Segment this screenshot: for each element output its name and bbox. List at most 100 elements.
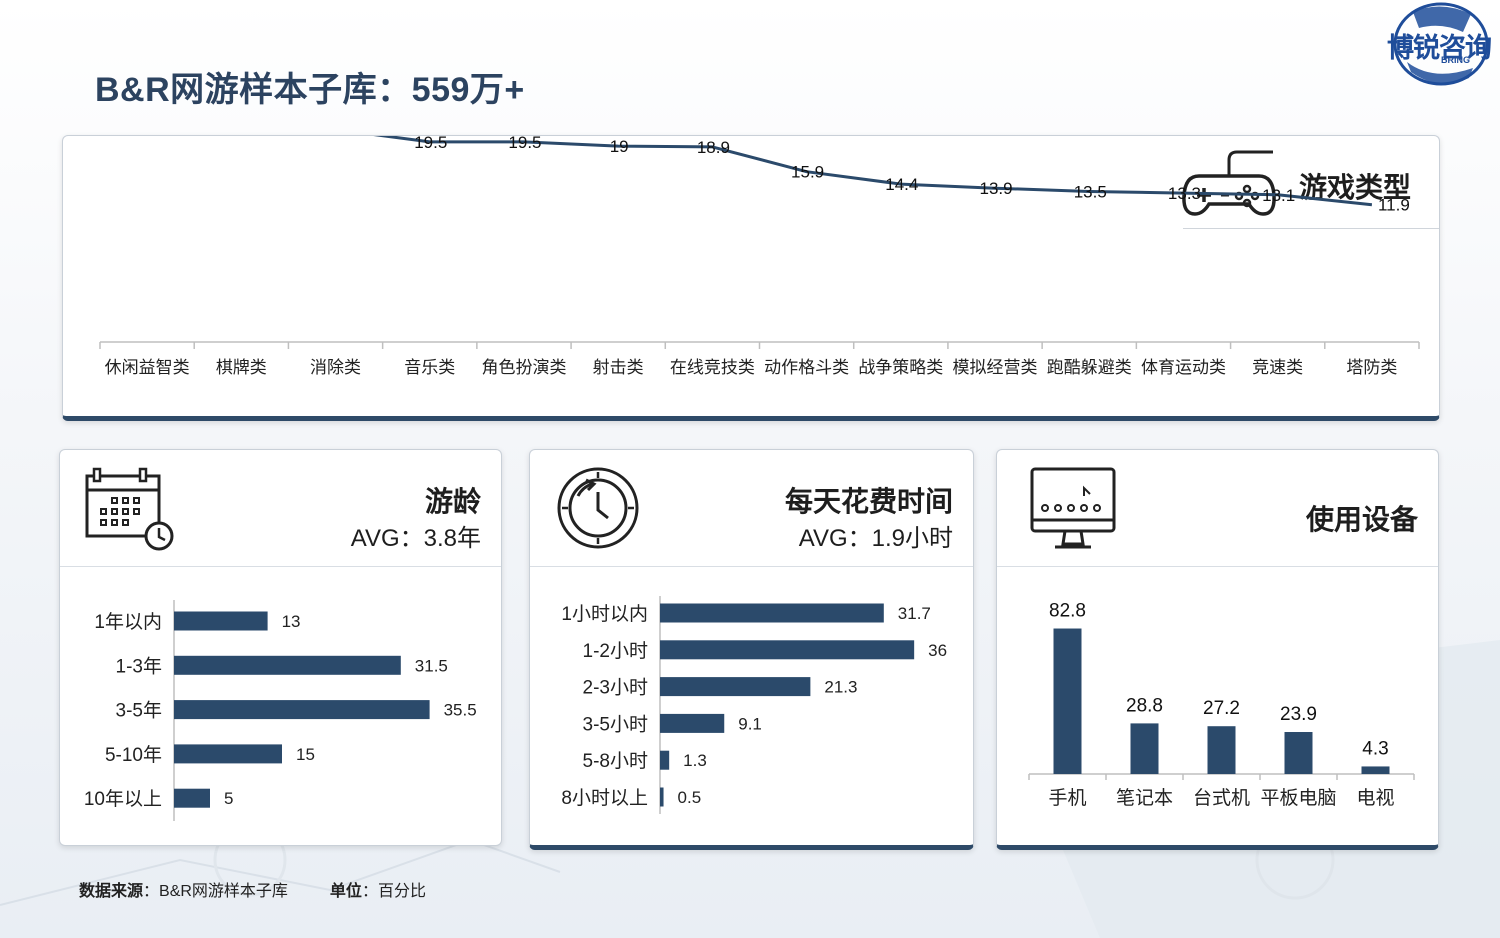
daily-time-average: AVG：1.9小时 — [798, 525, 953, 552]
bar — [174, 788, 210, 808]
monitor-icon — [1030, 467, 1116, 549]
x-tick-label: 电视 — [1356, 787, 1394, 809]
data-label: 0.5 — [678, 788, 702, 807]
data-label: 35.5 — [444, 701, 477, 720]
data-label: 9.1 — [738, 714, 762, 733]
y-tick-label: 3-5小时 — [583, 713, 648, 735]
data-label: 82.8 — [1049, 601, 1086, 622]
play-age-title: 游龄 — [424, 486, 481, 517]
play-age-panel: 游龄 AVG：3.8年 1年以内 13 1-3年 31.5 3-5年 35.5 5-10年 1… — [59, 449, 502, 846]
daily-time-title: 每天花费时间 — [784, 486, 953, 517]
x-tick-label: 平板电脑 — [1260, 787, 1336, 809]
data-label: 19 — [610, 137, 629, 156]
x-tick-label: 在线竞技类 — [670, 358, 755, 377]
bar — [660, 750, 670, 770]
game-type-line-chart: 26.5休闲益智类21.6棋牌类21消除类19.5音乐类19.5角色扮演类19射… — [99, 136, 1420, 377]
source-value: ：B&R网游样本子库 — [143, 883, 288, 900]
x-tick-label: 角色扮演类 — [481, 358, 566, 377]
unit-value: ：百分比 — [361, 883, 426, 900]
panel-header: 每天花费时间 AVG：1.9小时 — [530, 450, 973, 567]
device-panel: 使用设备 82.8 手机 28.8 笔记本 27.2 台式机 23.9 平板电脑 4.3 电视 — [996, 449, 1439, 850]
data-label: 13.9 — [979, 179, 1012, 198]
bar — [1053, 628, 1082, 774]
y-tick-label: 5-8小时 — [583, 750, 648, 772]
bar — [1130, 723, 1159, 774]
data-label: 14.4 — [885, 175, 918, 194]
x-tick-label: 模拟经营类 — [953, 358, 1038, 377]
panel-header: 使用设备 — [997, 450, 1438, 567]
bar — [174, 700, 430, 720]
unit-label: 单位 — [329, 883, 362, 900]
data-label: 13.5 — [1074, 182, 1107, 201]
data-label: 31.7 — [898, 604, 931, 623]
data-label: 21.3 — [824, 678, 857, 697]
x-tick-label: 动作格斗类 — [764, 358, 849, 377]
y-tick-label: 1-2小时 — [583, 640, 648, 662]
bar — [660, 603, 884, 623]
x-tick-label: 音乐类 — [404, 358, 455, 377]
x-tick-label: 台式机 — [1193, 787, 1250, 809]
device-title: 使用设备 — [1305, 504, 1418, 535]
bar — [1361, 766, 1390, 774]
x-tick-label: 射击类 — [593, 358, 644, 377]
x-tick-label: 跑酷躲避类 — [1047, 358, 1132, 377]
data-label: 4.3 — [1362, 738, 1388, 759]
daily-time-bar-chart: 1小时以内 31.7 1-2小时 36 2-3小时 21.3 3-5小时 9.1 5-8小时 1.… — [561, 596, 947, 814]
x-tick-label: 塔防类 — [1346, 358, 1397, 377]
y-tick-label: 2-3小时 — [583, 677, 648, 699]
bar — [174, 611, 268, 631]
source-label: 数据来源 — [79, 883, 144, 900]
bar — [660, 713, 725, 733]
bar — [1207, 726, 1236, 774]
data-label: 19.5 — [414, 136, 447, 152]
data-label: 15 — [296, 745, 315, 764]
footer-note: 数据来源：B&R网游样本子库 单位：百分比 — [79, 877, 426, 901]
data-label: 36 — [928, 641, 947, 660]
play-age-bar-chart: 1年以内 13 1-3年 31.5 3-5年 35.5 5-10年 15 10年以上 5 — [84, 600, 477, 821]
bar — [174, 744, 282, 764]
daily-time-panel: 每天花费时间 AVG：1.9小时 1小时以内 31.7 1-2小时 36 2-3小时 21… — [529, 449, 974, 850]
data-label: 27.2 — [1203, 698, 1240, 719]
page-title: B&R网游样本子库：559万+ — [95, 71, 525, 109]
x-tick-label: 休闲益智类 — [105, 358, 190, 377]
data-label: 13.3 — [1168, 184, 1201, 203]
x-tick-label: 棋牌类 — [216, 358, 267, 377]
x-tick-label: 体育运动类 — [1141, 358, 1226, 377]
data-label: 5 — [224, 789, 233, 808]
x-tick-label: 手机 — [1048, 787, 1086, 809]
bar — [660, 677, 811, 697]
clock-icon — [557, 467, 639, 549]
game-type-panel: 游戏类型 26.5休闲益智类21.6棋牌类21消除类19.5音乐类19.5角色扮… — [62, 135, 1440, 421]
bar — [174, 655, 401, 675]
bar — [660, 787, 664, 807]
data-label: 19.5 — [508, 136, 541, 152]
y-tick-label: 1小时以内 — [561, 603, 648, 625]
data-label: 23.9 — [1280, 704, 1317, 725]
y-tick-label: 10年以上 — [84, 788, 162, 810]
x-tick-label: 竞速类 — [1252, 358, 1303, 377]
data-label: 31.5 — [415, 656, 448, 675]
data-label: 21 — [327, 136, 346, 140]
y-tick-label: 3-5年 — [116, 700, 162, 722]
panel-header: 游龄 AVG：3.8年 — [60, 450, 501, 567]
data-label: 1.3 — [683, 751, 707, 770]
logo-subtext: BRING — [1441, 55, 1470, 65]
y-tick-label: 5-10年 — [105, 744, 162, 766]
data-label: 13 — [282, 612, 301, 631]
data-label: 18.9 — [697, 138, 730, 157]
y-tick-label: 1年以内 — [94, 611, 162, 633]
x-tick-label: 笔记本 — [1116, 787, 1173, 809]
data-label: 28.8 — [1126, 695, 1163, 716]
play-age-average: AVG：3.8年 — [350, 525, 481, 552]
x-tick-label: 消除类 — [310, 358, 361, 377]
data-label: 11.9 — [1378, 196, 1410, 215]
bar — [1284, 732, 1313, 774]
calendar-clock-icon — [85, 467, 174, 551]
y-tick-label: 8小时以上 — [561, 787, 648, 809]
x-tick-label: 战争策略类 — [858, 358, 943, 377]
company-logo: 博锐咨询 BRING — [1383, 2, 1500, 86]
y-tick-label: 1-3年 — [116, 655, 162, 677]
bar — [660, 640, 915, 660]
data-label: 13.1 — [1262, 186, 1295, 205]
logo-text: 博锐咨询 — [1387, 33, 1492, 64]
